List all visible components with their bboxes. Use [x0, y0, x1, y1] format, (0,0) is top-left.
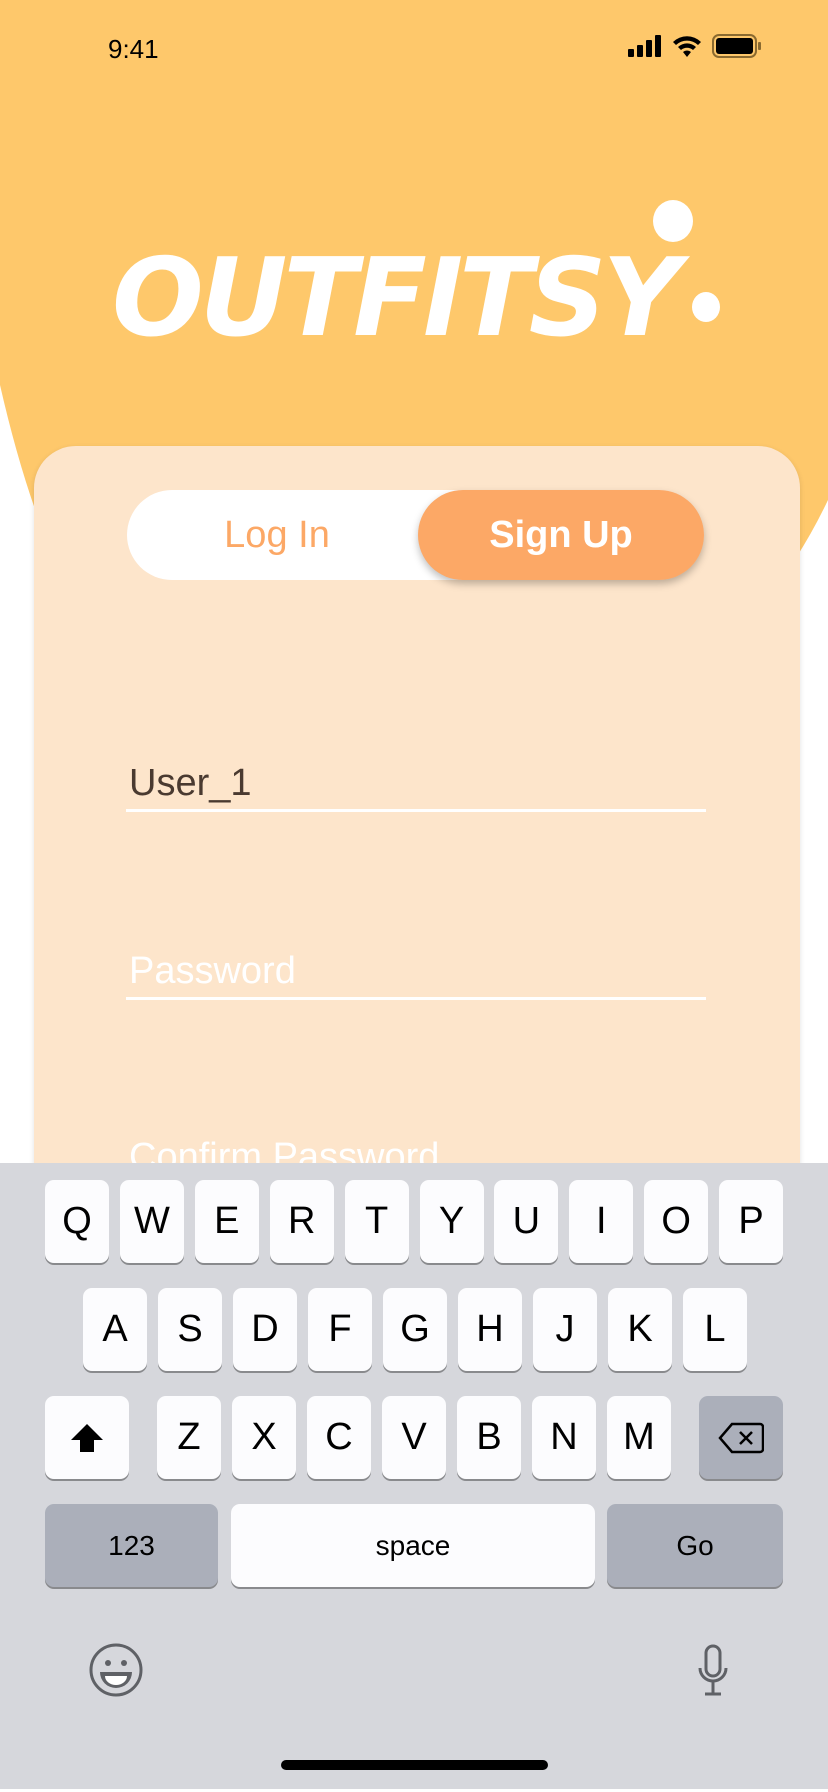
status-time: 9:41	[108, 34, 159, 64]
backspace-icon	[718, 1422, 764, 1453]
home-indicator[interactable]	[281, 1760, 548, 1770]
key-d[interactable]: D	[233, 1288, 297, 1371]
key-h[interactable]: H	[458, 1288, 522, 1371]
key-l[interactable]: L	[683, 1288, 747, 1371]
key-a[interactable]: A	[83, 1288, 147, 1371]
key-g[interactable]: G	[383, 1288, 447, 1371]
go-key[interactable]: Go	[607, 1504, 783, 1587]
key-o[interactable]: O	[644, 1180, 709, 1263]
key-v[interactable]: V	[382, 1396, 446, 1479]
status-icons	[628, 34, 762, 58]
key-u[interactable]: U	[494, 1180, 559, 1263]
numbers-key[interactable]: 123	[45, 1504, 218, 1587]
delete-key[interactable]	[699, 1396, 783, 1479]
key-m[interactable]: M	[607, 1396, 671, 1479]
shift-key[interactable]	[45, 1396, 129, 1479]
key-s[interactable]: S	[158, 1288, 222, 1371]
emoji-icon[interactable]	[88, 1642, 144, 1698]
key-n[interactable]: N	[532, 1396, 596, 1479]
key-q[interactable]: Q	[45, 1180, 109, 1263]
key-p[interactable]: P	[719, 1180, 784, 1263]
tab-signup[interactable]: Sign Up	[418, 490, 704, 580]
username-input[interactable]: User_1	[126, 762, 706, 812]
key-z[interactable]: Z	[157, 1396, 221, 1479]
key-e[interactable]: E	[194, 1180, 259, 1263]
key-i[interactable]: I	[569, 1180, 634, 1263]
battery-icon	[712, 34, 761, 58]
key-c[interactable]: C	[307, 1396, 371, 1479]
key-j[interactable]: J	[533, 1288, 597, 1371]
key-r[interactable]: R	[269, 1180, 334, 1263]
wifi-icon	[673, 36, 701, 57]
password-input[interactable]: Password	[126, 950, 706, 1000]
app-logo: OUTFITSY	[112, 236, 681, 361]
key-x[interactable]: X	[232, 1396, 296, 1479]
logo-dot	[653, 200, 693, 242]
signal-icon	[628, 35, 661, 57]
space-key[interactable]: space	[231, 1504, 595, 1587]
key-y[interactable]: Y	[419, 1180, 484, 1263]
logo-dot	[692, 292, 720, 322]
key-f[interactable]: F	[308, 1288, 372, 1371]
shift-icon	[71, 1423, 103, 1452]
tab-login[interactable]: Log In	[127, 490, 427, 580]
key-b[interactable]: B	[457, 1396, 521, 1479]
key-k[interactable]: K	[608, 1288, 672, 1371]
key-w[interactable]: W	[119, 1180, 184, 1263]
auth-toggle: Log In Sign Up	[127, 490, 704, 580]
microphone-icon[interactable]	[696, 1644, 730, 1700]
key-t[interactable]: T	[344, 1180, 409, 1263]
